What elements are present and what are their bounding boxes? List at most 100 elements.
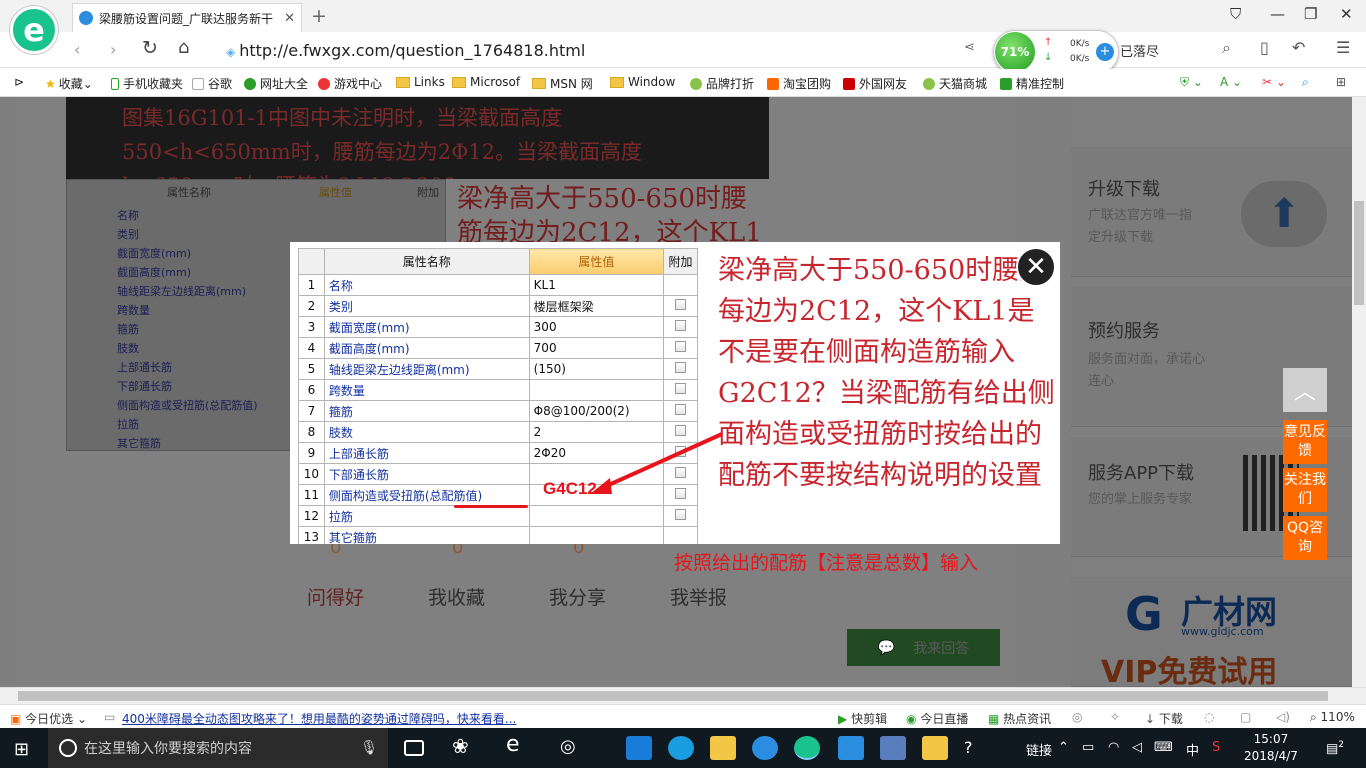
horizontal-scroll-thumb[interactable] [18, 691, 1328, 701]
forward-icon[interactable]: › [110, 40, 116, 59]
battery-icon[interactable]: ▭ [1082, 740, 1094, 755]
speed-icon[interactable]: ◎ [1072, 710, 1082, 724]
bookmark-foreign[interactable]: 外国网友 [843, 75, 907, 92]
keyboard-icon[interactable]: ⌨ [1154, 740, 1173, 755]
reload-icon[interactable]: ↻ [142, 37, 158, 59]
link-tray[interactable]: 链接 [1026, 740, 1052, 759]
url-field[interactable]: ◈ http://e.fwxgx.com/question_1764818.htm… [226, 41, 585, 60]
vertical-scrollbar[interactable] [1352, 97, 1366, 687]
bookmark-windows[interactable]: Window [610, 75, 675, 89]
maximize-button[interactable]: ❐ [1304, 5, 1317, 23]
bookmark-fav[interactable]: ★ 收藏 ⌄ [45, 75, 93, 92]
back-icon[interactable]: ‹ [74, 40, 80, 59]
wifi-icon[interactable]: ◠ [1108, 740, 1119, 755]
sogou-icon[interactable]: S [1212, 740, 1220, 755]
close-lightbox-button[interactable]: ✕ [1016, 247, 1056, 287]
bookmark-taobao[interactable]: 淘宝团购 [767, 75, 831, 92]
report-button[interactable]: 我举报 [670, 583, 727, 610]
favorite-button[interactable]: 我收藏 [428, 583, 485, 610]
bookmark-msn[interactable]: MSN 网 [532, 75, 593, 92]
pointer-icon[interactable]: ✧ [1110, 710, 1120, 724]
taskbar-search[interactable]: 在这里输入你要搜索的内容 🎙 [48, 728, 388, 768]
news-ticker[interactable]: 400米障碍最全动态图攻略来了！想用最酷的姿势通过障碍吗，快来看看... [122, 710, 516, 727]
home-icon[interactable]: ⌂ [178, 37, 189, 58]
explorer-icon[interactable] [710, 736, 736, 760]
minimize-button[interactable]: — [1270, 5, 1285, 23]
taskbar-clock[interactable]: 15:07 2018/4/7 [1244, 731, 1298, 765]
chat-icon: 💬 [877, 639, 896, 656]
apps-icon[interactable]: ⊞ [1336, 75, 1346, 89]
upgrade-desc: 广联达官方唯一指定升级下载 [1088, 208, 1193, 245]
start-button[interactable]: ⊞ [14, 739, 29, 760]
new-tab-button[interactable]: + [311, 5, 327, 27]
zoom-icon[interactable]: ⌕ [1302, 75, 1309, 90]
ie-icon[interactable] [668, 736, 694, 760]
bookmarks-toggle-icon[interactable]: ⊳ [14, 75, 24, 89]
menu-icon[interactable]: ☰ [1336, 38, 1350, 57]
settings-icon[interactable]: ◌ [1204, 710, 1214, 724]
share-icon[interactable]: ⋖ [964, 40, 975, 55]
horizontal-scrollbar[interactable] [0, 687, 1366, 704]
search-icon[interactable]: ⌕ [1222, 38, 1231, 58]
undo-icon[interactable]: ↶ [1292, 38, 1305, 57]
share-button[interactable]: 我分享 [549, 583, 606, 610]
bell-app-icon[interactable]: ◎ [560, 736, 586, 760]
login-hint[interactable]: 已落尽 [1120, 41, 1159, 60]
translate-icon[interactable]: A ⌄ [1220, 75, 1242, 89]
tools-icon[interactable]: ✂ ⌄ [1262, 75, 1286, 89]
browser360-icon[interactable] [752, 736, 778, 760]
task-view-icon[interactable] [404, 740, 424, 756]
pin-icon[interactable]: ⛉ [1230, 5, 1241, 23]
ie-app-icon[interactable]: e [506, 732, 532, 757]
bookmark-tmall[interactable]: 天猫商城 [923, 75, 987, 92]
browser-tab[interactable]: 梁腰筋设置问题_广联达服务新干 ✕ [72, 3, 302, 32]
clock-time: 15:07 [1253, 732, 1289, 746]
window-close-button[interactable]: ✕ [1340, 5, 1353, 23]
network-speed-widget[interactable]: 71% 0K/s 0K/s ↑ ↓ + [993, 30, 1119, 74]
tab-close-icon[interactable]: ✕ [284, 11, 295, 26]
shield-icon[interactable]: ⛨ ⌄ [1180, 75, 1203, 90]
quick-edit[interactable]: ▶ 快剪辑 [838, 710, 887, 727]
downloads[interactable]: ↓ 下载 [1145, 710, 1183, 727]
today-picks[interactable]: ▣ 今日优选 ⌄ [10, 710, 87, 727]
window-icon[interactable]: ▢ [1240, 710, 1251, 724]
volume-icon[interactable]: ◁ [1132, 740, 1142, 755]
ime-indicator[interactable]: 中 [1186, 740, 1199, 759]
ad-card[interactable]: 广材网 G www.gldjc.com VIP免费试用 [1071, 577, 1352, 687]
bg-row: 下部通长筋 [117, 380, 172, 393]
answer-button[interactable]: 💬 我来回答 [847, 629, 1000, 666]
remote-icon[interactable] [838, 736, 864, 760]
upgrade-card[interactable]: 升级下载 广联达官方唯一指定升级下载 ⬆ [1071, 147, 1352, 277]
good-question-button[interactable]: 问得好 [307, 583, 364, 610]
mute-icon[interactable]: ◁) [1276, 710, 1290, 724]
bookmark-game[interactable]: 游戏中心 [318, 75, 382, 92]
live[interactable]: ◉ 今日直播 [906, 710, 968, 727]
follow-button[interactable]: 关注我们 [1283, 468, 1327, 512]
notification-icon[interactable]: ▤2 [1326, 740, 1344, 756]
qq-button[interactable]: QQ咨询 [1283, 516, 1327, 560]
bookmark-google[interactable]: 谷歌 [192, 75, 232, 92]
vertical-scroll-thumb[interactable] [1354, 201, 1364, 305]
back-to-top-button[interactable]: ︿ [1283, 368, 1327, 412]
bookmark-hao[interactable]: 网址大全 [244, 75, 308, 92]
bookmark-mobile[interactable]: 手机收藏夹 [111, 75, 183, 92]
notes-icon[interactable] [922, 736, 948, 760]
active-browser-icon[interactable] [794, 736, 820, 760]
fan-app-icon[interactable]: ❀ [452, 734, 478, 758]
bookmark-microsoft[interactable]: Microsof [452, 75, 520, 89]
bookmark-precise[interactable]: 精准控制 [1000, 75, 1064, 92]
feedback-button[interactable]: 意见反馈 [1283, 420, 1327, 464]
browser-logo[interactable]: e [10, 6, 58, 54]
zoom-level[interactable]: ⌕ 110% [1310, 710, 1355, 725]
ad-text: VIP免费试用 [1101, 655, 1278, 687]
help-app-icon[interactable]: ? [964, 738, 990, 762]
mobile-icon[interactable]: ▯ [1260, 38, 1269, 57]
edge-icon[interactable] [626, 736, 652, 760]
hot-news[interactable]: ▦ 热点资讯 [988, 710, 1051, 727]
accelerate-icon[interactable]: + [1096, 43, 1114, 61]
url-domain: e.fwxgx.com [288, 41, 390, 60]
bookmark-brand[interactable]: 品牌打折 [690, 75, 754, 92]
bookmark-links[interactable]: Links [396, 75, 445, 89]
tray-expand-icon[interactable]: ⌃ [1058, 740, 1069, 755]
app-icon-a[interactable] [880, 736, 906, 760]
